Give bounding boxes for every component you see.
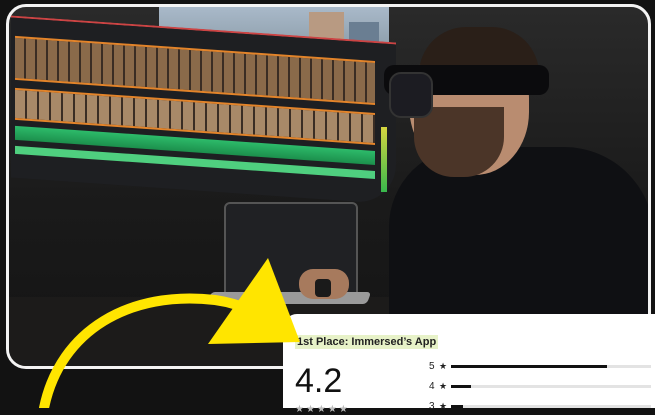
star-icon: ★ (439, 380, 448, 391)
review-title: 1st Place: Immersed’s App (295, 335, 439, 349)
average-rating: 4.2 (295, 362, 343, 400)
curved-virtual-monitor (11, 15, 396, 205)
laptop-base (206, 292, 372, 304)
rating-bar-fill (451, 364, 607, 368)
rating-bar-5: 5 ★ (429, 360, 651, 372)
app-review-card: 1st Place: Immersed’s App 4.2 ★★★★★ 5 ★ … (283, 314, 655, 415)
rating-bar-fill (451, 404, 463, 408)
star-icon: ★ (439, 360, 448, 371)
rating-bar-label: 4 (429, 380, 435, 392)
rating-stars: ★★★★★ (295, 404, 350, 415)
rating-bar-label: 3 (429, 400, 435, 412)
star-icon: ★ (439, 400, 448, 411)
rating-bar-3: 3 ★ (429, 400, 651, 412)
watch (315, 279, 331, 297)
rating-bar-fill (451, 384, 471, 388)
rating-bar-label: 5 (429, 360, 435, 372)
rating-bar-4: 4 ★ (429, 380, 651, 392)
